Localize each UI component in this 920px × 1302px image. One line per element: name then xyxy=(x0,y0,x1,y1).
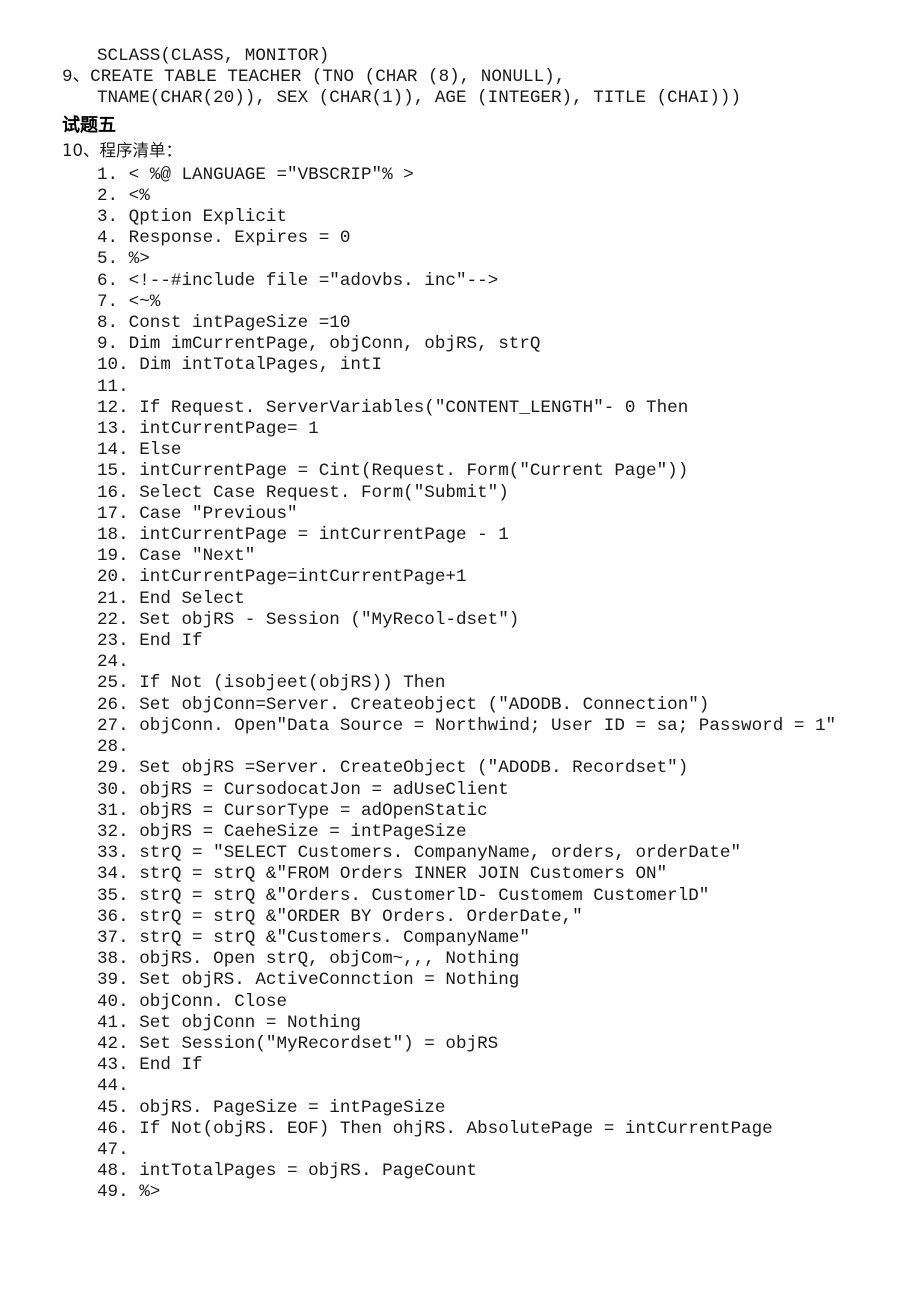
code-line: 27. objConn. Open"Data Source = Northwin… xyxy=(97,715,837,736)
code-line: 11. xyxy=(97,376,129,397)
document-page: SCLASS(CLASS, MONITOR) 9、CREATE TABLE TE… xyxy=(0,0,920,1302)
code-line: 28. xyxy=(97,737,129,758)
intro-code-block: SCLASS(CLASS, MONITOR) 9、CREATE TABLE TE… xyxy=(62,46,902,110)
code-line: 26. Set objConn=Server. Createobject ("A… xyxy=(97,694,710,715)
section-subtitle: 10、程序清单： xyxy=(62,140,182,160)
code-line: 36. strQ = strQ &"ORDER BY Orders. Order… xyxy=(97,906,583,927)
code-line: 16. Select Case Request. Form("Submit") xyxy=(97,482,509,503)
code-line: 22. Set objRS - Session ("MyRecol-dset") xyxy=(97,609,520,630)
code-line: 34. strQ = strQ &"FROM Orders INNER JOIN… xyxy=(97,864,668,885)
code-line: 21. End Select xyxy=(97,588,245,609)
code-line: 4. Response. Expires = 0 xyxy=(97,228,351,249)
code-line: 9. Dim imCurrentPage, objConn, objRS, st… xyxy=(97,334,541,355)
code-line: 13. intCurrentPage= 1 xyxy=(97,419,319,440)
code-line: 6. <!--#include file ="adovbs. inc"--> xyxy=(97,270,499,291)
code-line: 48. intTotalPages = objRS. PageCount xyxy=(97,1161,478,1182)
code-line: 10. Dim intTotalPages, intI xyxy=(97,355,383,376)
intro-line-create-table: 9、CREATE TABLE TEACHER (TNO (CHAR (8), N… xyxy=(62,67,566,88)
code-line: 41. Set objConn = Nothing xyxy=(97,1012,361,1033)
code-line: 29. Set objRS =Server. CreateObject ("AD… xyxy=(97,758,689,779)
code-line: 32. objRS = CaeheSize = intPageSize xyxy=(97,821,467,842)
code-line: 24. xyxy=(97,652,129,673)
intro-line-sclass: SCLASS(CLASS, MONITOR) xyxy=(97,46,330,66)
section-heading: 试题五 xyxy=(62,114,116,136)
code-line: 18. intCurrentPage = intCurrentPage - 1 xyxy=(97,525,509,546)
code-line: 45. objRS. PageSize = intPageSize xyxy=(97,1097,446,1118)
code-line: 19. Case "Next" xyxy=(97,546,256,567)
code-line: 38. objRS. Open strQ, objCom~,,, Nothing xyxy=(97,949,520,970)
code-line: 46. If Not(objRS. EOF) Then ohjRS. Absol… xyxy=(97,1118,773,1139)
code-line: 47. xyxy=(97,1139,129,1160)
document-content: SCLASS(CLASS, MONITOR) 9、CREATE TABLE TE… xyxy=(62,46,902,1204)
code-line: 40. objConn. Close xyxy=(97,991,288,1012)
code-line: 17. Case "Previous" xyxy=(97,503,298,524)
code-line: 5. %> xyxy=(97,249,150,270)
intro-line-tname: TNAME(CHAR(20)), SEX (CHAR(1)), AGE (INT… xyxy=(97,88,742,109)
code-line: 20. intCurrentPage=intCurrentPage+1 xyxy=(97,567,467,588)
code-line: 1. < %@ LANGUAGE ="VBSCRIP"% > xyxy=(97,164,414,185)
code-line: 8. Const intPageSize =10 xyxy=(97,313,351,334)
code-line: 31. objRS = CursorType = adOpenStatic xyxy=(97,800,488,821)
code-line: 43. End If xyxy=(97,1055,203,1076)
code-line: 33. strQ = "SELECT Customers. CompanyNam… xyxy=(97,843,742,864)
code-line: 15. intCurrentPage = Cint(Request. Form(… xyxy=(97,461,689,482)
code-line: 37. strQ = strQ &"Customers. CompanyName… xyxy=(97,927,530,948)
code-line: 39. Set objRS. ActiveConnction = Nothing xyxy=(97,970,520,991)
code-line: 30. objRS = CursodocatJon = adUseClient xyxy=(97,779,509,800)
code-line: 42. Set Session("MyRecordset") = objRS xyxy=(97,1033,499,1054)
code-line: 23. End If xyxy=(97,631,203,652)
code-line: 12. If Request. ServerVariables("CONTENT… xyxy=(97,397,689,418)
code-line: 7. <~% xyxy=(97,291,161,312)
code-line: 44. xyxy=(97,1076,129,1097)
code-line: 3. Qption Explicit xyxy=(97,207,288,228)
code-line: 49. %> xyxy=(97,1182,161,1203)
code-line: 14. Else xyxy=(97,440,182,461)
code-line: 35. strQ = strQ &"Orders. CustomerlD- Cu… xyxy=(97,885,710,906)
code-line: 2. <% xyxy=(97,185,150,206)
program-listing: 1. < %@ LANGUAGE ="VBSCRIP"% >2. <% 3. Qp… xyxy=(62,165,902,1204)
code-line: 25. If Not (isobjeet(objRS)) Then xyxy=(97,673,446,694)
